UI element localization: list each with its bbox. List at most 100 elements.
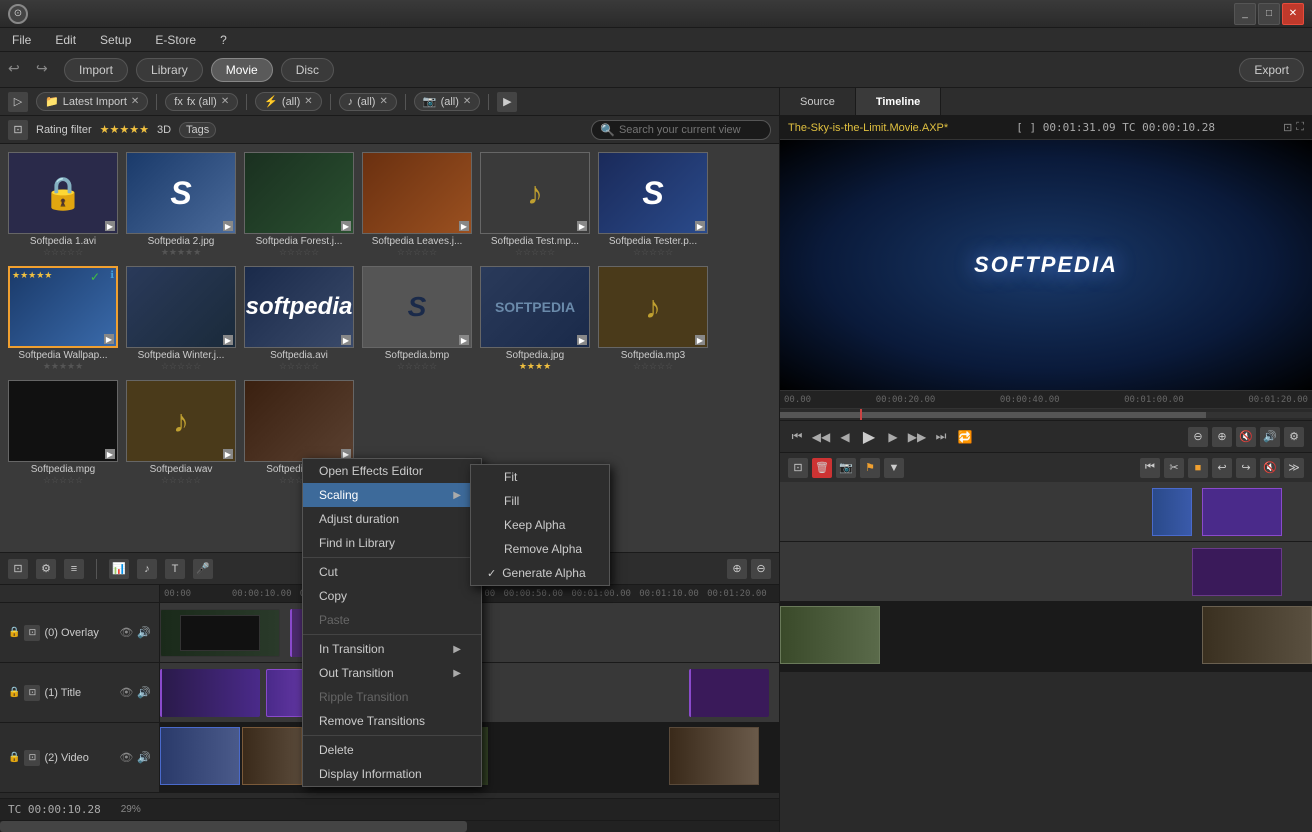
filter2-close[interactable]: ✕	[304, 96, 312, 107]
clip-overlay-1[interactable]	[160, 609, 280, 657]
scaling-remove-alpha[interactable]: Remove Alpha	[471, 537, 609, 561]
track-icon-title[interactable]: ⊡	[24, 685, 40, 701]
ctx-copy[interactable]: Copy	[303, 584, 481, 608]
rt-tool-1[interactable]: ⊡	[788, 458, 808, 478]
undo-button[interactable]: ↩	[8, 60, 28, 80]
media-item-3[interactable]: ▶ Softpedia Leaves.j... ☆☆☆☆☆	[362, 152, 472, 258]
media-item-13[interactable]: ♪ ▶ Softpedia.wav ☆☆☆☆☆	[126, 380, 236, 486]
rating-stars[interactable]: ★★★★★	[100, 123, 149, 136]
toolbar-icon[interactable]: ⊡	[8, 120, 28, 140]
ctx-out-transition[interactable]: Out Transition ▶	[303, 661, 481, 685]
rt-tool-drop[interactable]: ▼	[884, 458, 904, 478]
menu-edit[interactable]: Edit	[51, 31, 80, 49]
panel-icon[interactable]: ▷	[8, 92, 28, 112]
ctx-find-library[interactable]: Find in Library	[303, 531, 481, 555]
rt-prev[interactable]: ⏮	[1140, 458, 1160, 478]
media-item-12[interactable]: ▶ Softpedia.mpg ☆☆☆☆☆	[8, 380, 118, 486]
right-clip-video-1[interactable]	[780, 606, 880, 664]
track-eye-title[interactable]: 👁	[119, 686, 133, 699]
latest-import-close[interactable]: ✕	[131, 96, 139, 107]
tl-tool-1[interactable]: ⊡	[8, 559, 28, 579]
track-audio-title[interactable]: 🔊	[137, 686, 151, 699]
menu-setup[interactable]: Setup	[96, 31, 135, 49]
tl-tool-2[interactable]: ⚙	[36, 559, 56, 579]
redo-button[interactable]: ↪	[36, 60, 56, 80]
minimize-button[interactable]: _	[1234, 3, 1256, 25]
clip-video-2[interactable]	[242, 727, 302, 785]
scaling-keep-alpha[interactable]: Keep Alpha	[471, 513, 609, 537]
preview-expand-icon[interactable]: ⊡	[1283, 121, 1292, 134]
maximize-button[interactable]: □	[1258, 3, 1280, 25]
media-item-4[interactable]: ♪ ▶ Softpedia Test.mp... ☆☆☆☆☆	[480, 152, 590, 258]
title-bar-controls[interactable]: _ □ ✕	[1234, 3, 1304, 25]
rt-color[interactable]: ■	[1188, 458, 1208, 478]
media-item-2[interactable]: ▶ Softpedia Forest.j... ☆☆☆☆☆	[244, 152, 354, 258]
filter4-close[interactable]: ✕	[463, 96, 471, 107]
filter-tab-4[interactable]: 📷 (all) ✕	[414, 92, 480, 111]
track-eye-video[interactable]: 👁	[119, 751, 133, 764]
search-input[interactable]	[619, 124, 762, 136]
nav-import[interactable]: Import	[64, 58, 128, 82]
media-item-10[interactable]: SOFTPEDIA ▶ Softpedia.jpg ★★★★	[480, 266, 590, 372]
3d-label[interactable]: 3D	[157, 124, 171, 136]
track-icon-video[interactable]: ⊡	[24, 750, 40, 766]
scaling-fit[interactable]: Fit	[471, 465, 609, 489]
tab-timeline[interactable]: Timeline	[856, 88, 941, 115]
nav-export[interactable]: Export	[1239, 58, 1304, 82]
tl-zoom-out[interactable]: ⊖	[751, 559, 771, 579]
media-item-11[interactable]: ♪ ▶ Softpedia.mp3 ☆☆☆☆☆	[598, 266, 708, 372]
loop-button[interactable]: 🔁	[956, 428, 974, 446]
ctx-adjust-duration[interactable]: Adjust duration	[303, 507, 481, 531]
rt-redo[interactable]: ↪	[1236, 458, 1256, 478]
preview-audio-mute[interactable]: 🔇	[1236, 427, 1256, 447]
track-icon-overlay[interactable]: ⊡	[24, 625, 40, 641]
rt-undo[interactable]: ↩	[1212, 458, 1232, 478]
preview-zoom-in[interactable]: ⊕	[1212, 427, 1232, 447]
media-item-9[interactable]: S ▶ Softpedia.bmp ☆☆☆☆☆	[362, 266, 472, 372]
track-eye-overlay[interactable]: 👁	[119, 626, 133, 639]
scroll-thumb[interactable]	[0, 821, 467, 832]
filter-tab-fx[interactable]: fx fx (all) ✕	[165, 93, 238, 111]
clip-video-6[interactable]	[669, 727, 759, 785]
play-button[interactable]: ▶	[860, 428, 878, 446]
tl-tool-mic[interactable]: 🎤	[193, 559, 213, 579]
menu-help[interactable]: ?	[216, 31, 231, 49]
tl-tool-music[interactable]: ♪	[137, 559, 157, 579]
filter-tab-2[interactable]: ⚡ (all) ✕	[255, 92, 321, 111]
tl-tool-graph[interactable]: 📊	[109, 559, 129, 579]
menu-file[interactable]: File	[8, 31, 35, 49]
fx-close[interactable]: ✕	[221, 96, 229, 107]
go-start-button[interactable]: ⏮	[788, 428, 806, 446]
preview-zoom-out[interactable]: ⊖	[1188, 427, 1208, 447]
rt-tool-del[interactable]: 🗑	[812, 458, 832, 478]
tl-tool-text[interactable]: T	[165, 559, 185, 579]
preview-fullscreen-icon[interactable]: ⛶	[1296, 121, 1304, 134]
rt-cut[interactable]: ✂	[1164, 458, 1184, 478]
clip-title-1[interactable]	[160, 669, 260, 717]
rt-audio-mute[interactable]: 🔇	[1260, 458, 1280, 478]
media-item-5[interactable]: S ▶ Softpedia Tester.p... ☆☆☆☆☆	[598, 152, 708, 258]
scaling-generate-alpha[interactable]: Generate Alpha	[471, 561, 609, 585]
preview-settings[interactable]: ⚙	[1284, 427, 1304, 447]
filter-more-icon[interactable]: ▶	[497, 92, 517, 112]
track-audio-video[interactable]: 🔊	[137, 751, 151, 764]
ctx-in-transition[interactable]: In Transition ▶	[303, 637, 481, 661]
nav-disc[interactable]: Disc	[281, 58, 334, 82]
close-button[interactable]: ✕	[1282, 3, 1304, 25]
nav-library[interactable]: Library	[136, 58, 203, 82]
rt-more[interactable]: ≫	[1284, 458, 1304, 478]
ctx-remove-transitions[interactable]: Remove Transitions	[303, 709, 481, 733]
bottom-scrollbar[interactable]	[0, 820, 779, 832]
filter-tab-latest-import[interactable]: 📁 Latest Import ✕	[36, 92, 148, 111]
ctx-open-effects[interactable]: Open Effects Editor	[303, 459, 481, 483]
menu-estore[interactable]: E-Store	[151, 31, 200, 49]
prev-frame-button[interactable]: ◀◀	[812, 428, 830, 446]
ctx-delete[interactable]: Delete	[303, 738, 481, 762]
tags-button[interactable]: Tags	[179, 122, 216, 138]
media-item-6[interactable]: ★★★★★ ✓ ℹ ▶ Softpedia Wallpap... ★★★★★	[8, 266, 118, 372]
filter3-close[interactable]: ✕	[379, 96, 387, 107]
track-audio-overlay[interactable]: 🔊	[137, 626, 151, 639]
right-clip-title-1[interactable]	[1192, 548, 1282, 596]
step-fwd-button[interactable]: ▶	[884, 428, 902, 446]
step-back-button[interactable]: ◀	[836, 428, 854, 446]
